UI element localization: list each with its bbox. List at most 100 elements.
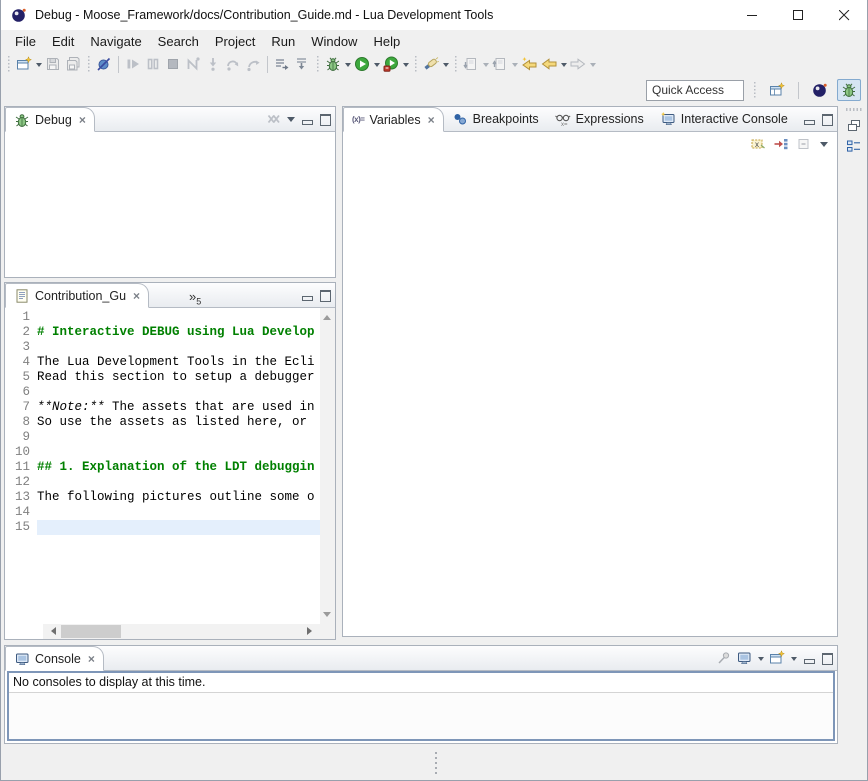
- editor-line[interactable]: 15: [5, 520, 320, 535]
- editor-line[interactable]: 5Read this section to setup a debugger: [5, 370, 320, 385]
- close-icon[interactable]: ×: [133, 289, 140, 303]
- tab-expressions[interactable]: x= Expressions: [547, 107, 652, 131]
- toolbar-grip[interactable]: [7, 56, 10, 72]
- editor-line[interactable]: 13The following pictures outline some o: [5, 490, 320, 505]
- toolbar-grip[interactable]: [316, 56, 319, 72]
- suspend-button[interactable]: [143, 53, 163, 75]
- view-menu-button[interactable]: [819, 139, 829, 149]
- close-icon[interactable]: ×: [88, 652, 95, 666]
- toolbar-grip[interactable]: [753, 82, 756, 98]
- tab-interactive-console[interactable]: Interactive Console: [652, 107, 796, 131]
- editor-line[interactable]: 3: [5, 340, 320, 355]
- window-minimize-button[interactable]: [729, 0, 775, 30]
- restore-view-button[interactable]: [846, 117, 862, 133]
- maximize-view-button[interactable]: [318, 113, 332, 125]
- debug-perspective-button[interactable]: [837, 79, 861, 101]
- remove-all-terminated-button[interactable]: [266, 111, 282, 127]
- editor-line[interactable]: 12: [5, 475, 320, 490]
- variables-view-content[interactable]: [343, 158, 837, 636]
- editor-line[interactable]: 2# Interactive DEBUG using Lua Develop: [5, 325, 320, 340]
- window-maximize-button[interactable]: [775, 0, 821, 30]
- tab-editor-contribution-guide[interactable]: Contribution_Gu ×: [5, 283, 149, 308]
- menu-navigate[interactable]: Navigate: [82, 32, 149, 51]
- step-over-button[interactable]: [223, 53, 243, 75]
- status-drag-handle[interactable]: [434, 752, 437, 774]
- debug-dropdown[interactable]: [345, 63, 351, 70]
- drop-to-frame-button[interactable]: [292, 53, 312, 75]
- skip-all-breakpoints-button[interactable]: [94, 53, 114, 75]
- minimize-view-button[interactable]: [300, 113, 314, 125]
- window-close-button[interactable]: [821, 0, 867, 30]
- view-menu-button[interactable]: [286, 114, 296, 124]
- close-icon[interactable]: ×: [428, 113, 435, 127]
- editor-vertical-scrollbar[interactable]: [320, 308, 335, 624]
- minimize-view-button[interactable]: [802, 113, 816, 125]
- tab-breakpoints[interactable]: Breakpoints: [444, 107, 547, 131]
- editor-line[interactable]: 14: [5, 505, 320, 520]
- quick-access-input[interactable]: [646, 80, 744, 101]
- debug-button[interactable]: [323, 53, 343, 75]
- pin-console-button[interactable]: [716, 650, 732, 666]
- step-return-button[interactable]: [243, 53, 263, 75]
- search-button[interactable]: [421, 53, 441, 75]
- maximize-view-button[interactable]: [820, 652, 834, 664]
- forward-dropdown[interactable]: [590, 63, 596, 70]
- editor-line[interactable]: 10: [5, 445, 320, 460]
- display-selected-console-dropdown[interactable]: [758, 657, 764, 664]
- maximize-view-button[interactable]: [318, 289, 332, 301]
- editor-content[interactable]: 12# Interactive DEBUG using Lua Develop3…: [5, 308, 335, 639]
- step-into-button[interactable]: [203, 53, 223, 75]
- display-selected-console-button[interactable]: [736, 650, 752, 666]
- open-console-button[interactable]: [769, 650, 785, 666]
- scrollbar-thumb[interactable]: [61, 625, 121, 638]
- trim-drag-handle[interactable]: [846, 108, 862, 111]
- debug-view-content[interactable]: [5, 132, 335, 277]
- editor-line[interactable]: 6: [5, 385, 320, 400]
- save-button[interactable]: [43, 53, 63, 75]
- toolbar-grip[interactable]: [454, 56, 457, 72]
- editor-line[interactable]: 4The Lua Development Tools in the Ecli: [5, 355, 320, 370]
- editor-line[interactable]: 9: [5, 430, 320, 445]
- save-all-button[interactable]: [63, 53, 83, 75]
- editor-text-area[interactable]: 12# Interactive DEBUG using Lua Develop3…: [5, 310, 320, 624]
- external-tools-button[interactable]: [381, 53, 401, 75]
- new-wizard-button[interactable]: [14, 53, 34, 75]
- previous-annotation-button[interactable]: [490, 53, 510, 75]
- scroll-up-arrow[interactable]: [323, 311, 331, 320]
- menu-edit[interactable]: Edit: [44, 32, 82, 51]
- last-edit-location-button[interactable]: [519, 53, 539, 75]
- editor-horizontal-scrollbar[interactable]: [43, 624, 320, 639]
- toolbar-grip[interactable]: [87, 56, 90, 72]
- lua-perspective-button[interactable]: [808, 79, 832, 101]
- scroll-right-arrow[interactable]: [307, 627, 316, 635]
- close-icon[interactable]: ×: [79, 113, 86, 127]
- minimize-view-button[interactable]: [300, 289, 314, 301]
- outline-view-button[interactable]: [846, 139, 862, 155]
- open-perspective-button[interactable]: [765, 79, 789, 101]
- editor-line[interactable]: 1: [5, 310, 320, 325]
- next-annotation-dropdown[interactable]: [483, 63, 489, 70]
- back-button[interactable]: [539, 53, 559, 75]
- run-button[interactable]: [352, 53, 372, 75]
- new-wizard-dropdown[interactable]: [36, 63, 42, 70]
- use-step-filters-button[interactable]: [272, 53, 292, 75]
- menu-help[interactable]: Help: [365, 32, 408, 51]
- maximize-view-button[interactable]: [820, 113, 834, 125]
- editor-line[interactable]: 11## 1. Explanation of the LDT debuggin: [5, 460, 320, 475]
- scroll-down-arrow[interactable]: [323, 612, 331, 621]
- menu-window[interactable]: Window: [303, 32, 365, 51]
- tab-variables[interactable]: (x)= Variables ×: [343, 107, 444, 132]
- open-console-dropdown[interactable]: [791, 657, 797, 664]
- terminate-button[interactable]: [163, 53, 183, 75]
- search-dropdown[interactable]: [443, 63, 449, 70]
- show-type-names-button[interactable]: x: [750, 136, 766, 152]
- disconnect-button[interactable]: [183, 53, 203, 75]
- show-logical-structure-button[interactable]: [773, 136, 789, 152]
- console-content[interactable]: No consoles to display at this time.: [7, 671, 835, 741]
- resume-button[interactable]: [123, 53, 143, 75]
- editor-line[interactable]: 7**Note:** The assets that are used in: [5, 400, 320, 415]
- tab-debug[interactable]: Debug ×: [5, 107, 95, 132]
- collapse-all-button[interactable]: [796, 136, 812, 152]
- scroll-left-arrow[interactable]: [47, 627, 56, 635]
- external-tools-dropdown[interactable]: [403, 63, 409, 70]
